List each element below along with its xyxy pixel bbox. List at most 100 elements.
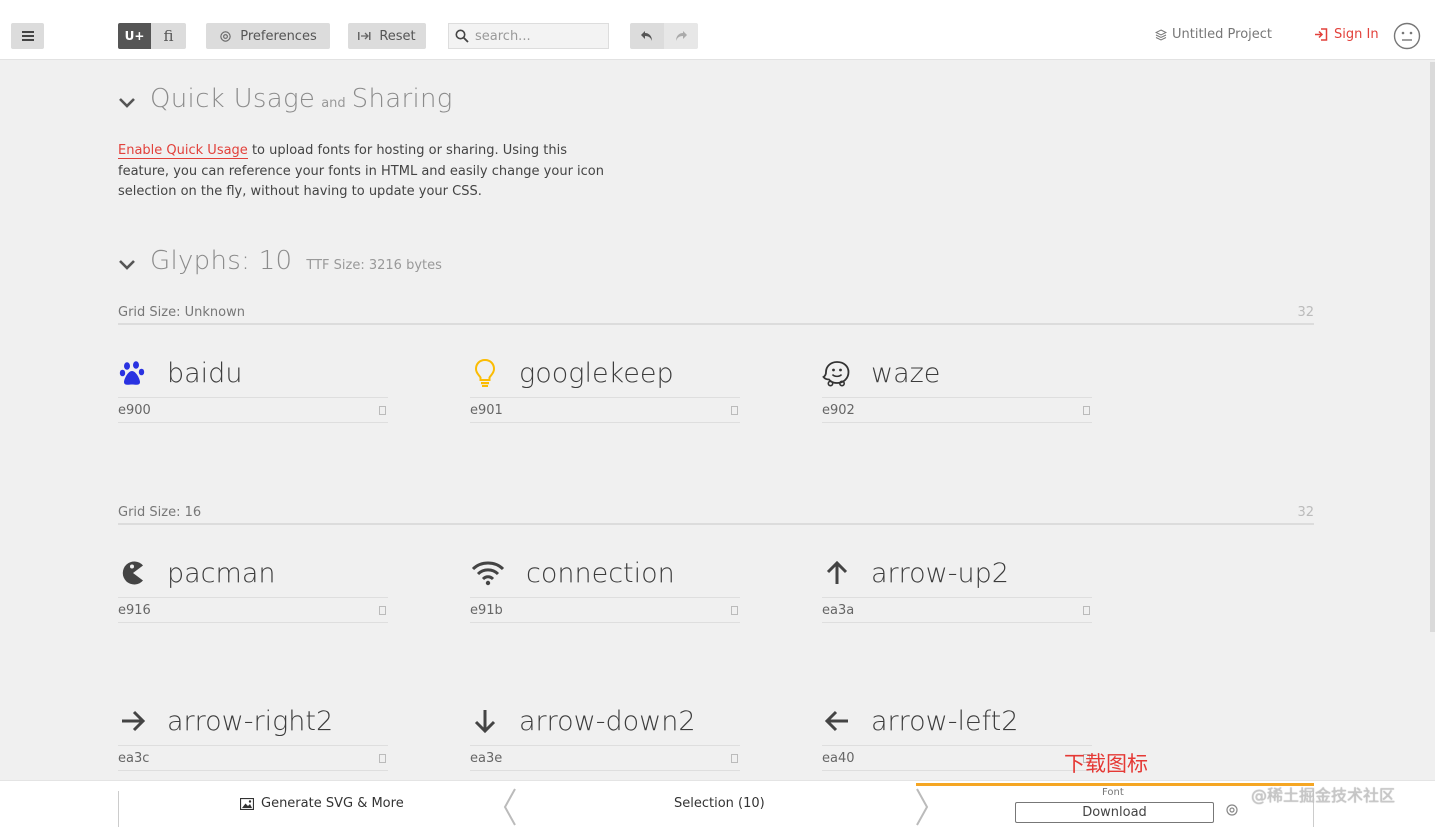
grid-size-value[interactable]: 32 xyxy=(1297,505,1314,520)
download-button[interactable]: Download xyxy=(1015,802,1214,823)
image-icon xyxy=(240,797,254,810)
preferences-button[interactable]: Preferences xyxy=(206,23,330,49)
reset-button[interactable]: Reset xyxy=(348,23,426,49)
arrow-down-icon xyxy=(470,706,500,736)
glyph-arrow-right2[interactable]: arrow-right2 ea3c xyxy=(118,701,388,771)
glyph-name: pacman xyxy=(167,557,276,589)
glyph-name: arrow-down2 xyxy=(519,705,696,737)
wifi-icon xyxy=(470,558,506,588)
undo-button[interactable] xyxy=(630,23,664,49)
search-input[interactable] xyxy=(475,28,605,44)
glyph-code-field[interactable]: e902 xyxy=(822,397,1092,423)
glyph-preview-box xyxy=(731,753,738,763)
glyph-code: e901 xyxy=(470,402,503,418)
bottom-bar: Generate SVG & More Selection (10) Font … xyxy=(0,780,1435,827)
arrow-right-icon xyxy=(118,706,148,736)
project-label: Untitled Project xyxy=(1172,27,1273,42)
glyph-code: e900 xyxy=(118,402,151,418)
glyph-name: baidu xyxy=(167,357,243,389)
quick-usage-and: and xyxy=(321,96,346,111)
reset-label: Reset xyxy=(379,28,416,44)
download-annotation: 下载图标 xyxy=(1064,752,1148,776)
baidu-paw-icon xyxy=(118,358,148,388)
grid-size-value[interactable]: 32 xyxy=(1297,305,1314,320)
sign-in-link[interactable]: Sign In xyxy=(1314,27,1379,42)
glyph-preview-box xyxy=(379,605,386,615)
glyphs-count: Glyphs: 10 xyxy=(150,246,293,276)
glyph-arrow-down2[interactable]: arrow-down2 ea3e xyxy=(470,701,740,771)
chevron-left-icon[interactable] xyxy=(502,787,518,827)
glyph-arrow-left2[interactable]: arrow-left2 ea40 xyxy=(822,701,1092,771)
enable-quick-usage-link[interactable]: Enable Quick Usage xyxy=(118,143,248,159)
chevron-right-icon[interactable] xyxy=(914,787,930,827)
glyph-preview-box xyxy=(731,405,738,415)
quick-usage-title: Quick Usage xyxy=(150,84,316,114)
glyph-preview-box xyxy=(1083,605,1090,615)
reset-icon xyxy=(358,32,371,40)
quick-usage-title2: Sharing xyxy=(351,84,453,114)
redo-icon xyxy=(676,31,687,41)
chevron-down-icon xyxy=(119,98,135,108)
waze-icon xyxy=(822,358,852,388)
glyph-googlekeep[interactable]: googlekeep e901 xyxy=(470,353,740,423)
glyph-code-field[interactable]: ea40 xyxy=(822,745,1092,771)
glyph-baidu[interactable]: baidu e900 xyxy=(118,353,388,423)
grid-size-label: Grid Size: 16 xyxy=(118,505,202,520)
glyph-code-field[interactable]: e916 xyxy=(118,597,388,623)
search-icon xyxy=(455,29,469,43)
divider xyxy=(118,791,119,827)
glyph-code-field[interactable]: ea3a xyxy=(822,597,1092,623)
glyph-preview-box xyxy=(1083,405,1090,415)
grid-size-label: Grid Size: Unknown xyxy=(118,305,245,320)
glyph-code-field[interactable]: e901 xyxy=(470,397,740,423)
glyph-code: ea3c xyxy=(118,750,150,766)
glyph-preview-box xyxy=(379,405,386,415)
glyph-name: arrow-left2 xyxy=(871,705,1019,737)
ttf-size: TTF Size: 3216 bytes xyxy=(306,258,442,273)
glyph-name: googlekeep xyxy=(519,357,674,389)
glyphs-header[interactable]: Glyphs: 10 TTF Size: 3216 bytes xyxy=(118,246,442,276)
generate-svg-label: Generate SVG & More xyxy=(261,796,404,811)
glyph-code-field[interactable]: ea3e xyxy=(470,745,740,771)
glyph-name: connection xyxy=(526,557,675,589)
project-selector[interactable]: Untitled Project xyxy=(1155,27,1272,42)
glyph-code-field[interactable]: e91b xyxy=(470,597,740,623)
generate-svg-button[interactable]: Generate SVG & More xyxy=(240,796,404,811)
glyph-waze[interactable]: waze e902 xyxy=(822,353,1092,423)
gear-icon[interactable] xyxy=(1225,803,1239,817)
glyph-preview-box xyxy=(379,753,386,763)
avatar-icon[interactable] xyxy=(1393,22,1421,50)
glyph-code-field[interactable]: ea3c xyxy=(118,745,388,771)
search-box xyxy=(448,23,609,49)
font-label: Font xyxy=(1102,787,1124,798)
grid-size-row: Grid Size: 16 32 xyxy=(118,505,1314,525)
glyph-code: e902 xyxy=(822,402,855,418)
pacman-icon xyxy=(118,558,148,588)
glyph-name: waze xyxy=(871,357,941,389)
glyph-pacman[interactable]: pacman e916 xyxy=(118,553,388,623)
watermark: @稀土掘金技术社区 xyxy=(1251,786,1396,805)
selection-button[interactable]: Selection (10) xyxy=(674,796,765,811)
quick-usage-description: Enable Quick Usage to upload fonts for h… xyxy=(118,141,608,203)
glyph-code-field[interactable]: e900 xyxy=(118,397,388,423)
glyph-code: e91b xyxy=(470,602,503,618)
sign-in-icon xyxy=(1315,28,1328,41)
quick-usage-header[interactable]: Quick Usage and Sharing xyxy=(118,84,453,114)
unicode-view-button[interactable]: U+ xyxy=(118,23,151,49)
scrollbar[interactable] xyxy=(1430,62,1435,632)
sign-in-label: Sign In xyxy=(1334,27,1379,42)
arrow-left-icon xyxy=(822,706,852,736)
glyph-code: ea3a xyxy=(822,602,855,618)
glyph-code: ea40 xyxy=(822,750,855,766)
lightbulb-icon xyxy=(470,358,500,388)
menu-button[interactable] xyxy=(11,23,44,49)
glyph-name: arrow-right2 xyxy=(167,705,334,737)
ligature-view-button[interactable]: fi xyxy=(151,23,186,49)
glyph-code: e916 xyxy=(118,602,151,618)
glyph-arrow-up2[interactable]: arrow-up2 ea3a xyxy=(822,553,1092,623)
preferences-label: Preferences xyxy=(240,28,317,44)
glyph-connection[interactable]: connection e91b xyxy=(470,553,740,623)
top-toolbar: U+ fi Preferences Reset Untitled Project… xyxy=(0,0,1435,60)
undo-icon xyxy=(641,31,652,41)
redo-button[interactable] xyxy=(664,23,698,49)
